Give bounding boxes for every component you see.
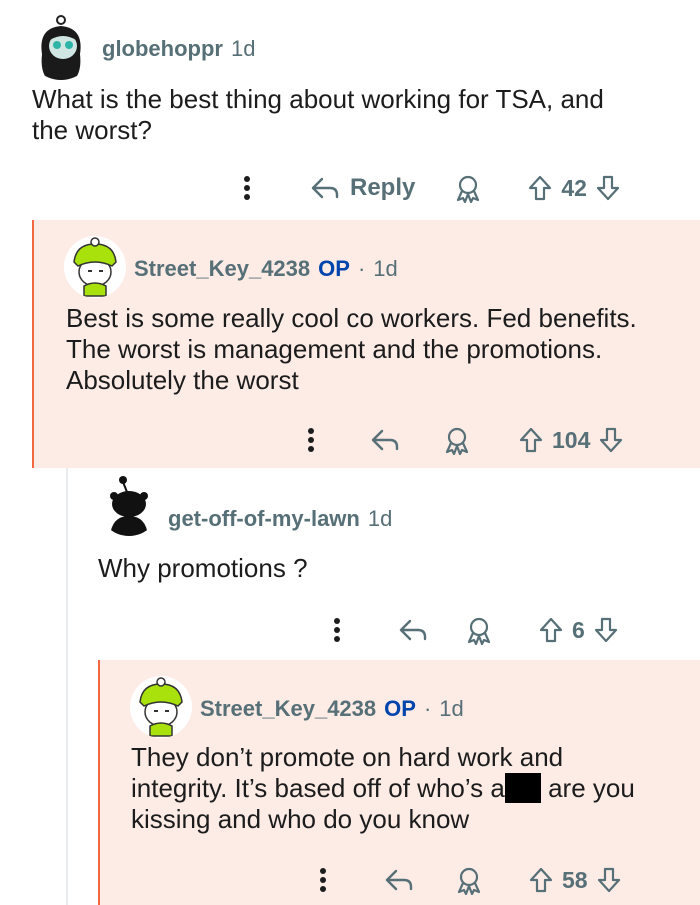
username[interactable]: globehoppr [102,36,223,62]
comment-line: integrity. It’s based off of who’s a are… [131,773,635,804]
reply-icon [385,869,413,891]
avatar-icon [28,14,94,80]
reply-button[interactable] [398,618,428,642]
comment-text-segment: integrity. It’s based off of who’s a [131,773,505,803]
downvote-icon[interactable] [598,426,624,454]
comment-text-segment: are you [540,773,635,803]
reply-button[interactable]: Reply [310,174,415,202]
comment-line: kissing and who do you know [131,804,470,834]
upvote-icon[interactable] [527,174,553,202]
comment-actions: 6 [322,610,619,650]
comment-line: Why promotions ? [98,553,308,583]
avatar-get-off-of-my-lawn[interactable] [98,474,160,536]
avatar-street-key[interactable] [130,676,192,738]
downvote-icon[interactable] [593,616,619,644]
comment-actions: 104 [296,420,624,460]
comment-body: What is the best thing about working for… [32,84,604,146]
vote-control: 6 [538,616,619,644]
op-badge: OP [318,256,350,281]
username[interactable]: Street_Key_4238 [134,256,310,282]
op-badge: OP [384,696,416,721]
vote-control: 104 [518,426,624,454]
redaction-block [504,773,541,803]
upvote-icon[interactable] [538,616,564,644]
avatar-icon [130,676,192,738]
reply-icon [311,177,339,199]
comment-line: The worst is management and the promotio… [66,334,603,364]
highlight-bar [98,660,100,905]
reply-button[interactable] [384,868,414,892]
thread-line [66,468,68,905]
comment-actions: 58 [308,860,622,900]
avatar-icon [64,236,126,298]
comment-line: They don’t promote on hard work and [131,742,564,772]
more-options-button[interactable] [296,427,326,453]
vote-count: 6 [572,616,585,643]
vote-count: 104 [552,426,591,453]
award-icon [457,867,481,895]
timestamp: 1d [230,36,256,61]
award-button[interactable] [464,615,494,645]
vote-count: 58 [562,866,588,893]
vote-control: 42 [527,174,621,202]
avatar-icon [98,474,160,536]
comment-meta: get-off-of-my-lawn 1d [168,506,392,532]
award-icon [457,175,480,203]
more-vertical-icon [334,618,340,642]
downvote-icon[interactable] [595,174,621,202]
comment-body: Best is some really cool co workers. Fed… [66,303,637,396]
comment-actions: Reply 42 [232,168,621,208]
award-button[interactable] [454,865,484,895]
more-vertical-icon [320,868,326,892]
timestamp: 1d [439,696,464,721]
reply-button[interactable] [370,428,400,452]
award-icon [445,427,469,455]
reply-label: Reply [350,174,416,201]
timestamp: 1d [367,506,393,531]
vote-count: 42 [561,174,587,201]
reply-icon [399,619,427,641]
comment-body: They don’t promote on hard work and inte… [131,742,635,835]
username[interactable]: Street_Key_4238 [200,696,376,722]
avatar-street-key[interactable] [64,236,126,298]
comment-meta: Street_Key_4238 OP · 1d [200,696,464,722]
avatar-globehoppr[interactable] [28,14,94,80]
comment-meta: Street_Key_4238 OP · 1d [134,256,398,282]
timestamp: 1d [373,256,398,281]
comment-meta: globehoppr 1d [102,36,255,62]
reply-icon [371,429,399,451]
more-options-button[interactable] [322,617,352,643]
comment-body: Why promotions ? [98,553,308,584]
comment-line: What is the best thing about working for… [32,84,604,114]
separator: · [357,256,366,281]
award-button[interactable] [453,173,483,203]
award-icon [467,617,491,645]
comment-line: Best is some really cool co workers. Fed… [66,303,637,333]
highlight-bar [32,220,34,468]
comment-line: the worst? [32,115,152,145]
username[interactable]: get-off-of-my-lawn [168,506,360,532]
more-vertical-icon [308,428,314,452]
separator: · [423,696,432,721]
more-vertical-icon [244,176,250,200]
award-button[interactable] [442,425,472,455]
upvote-icon[interactable] [528,866,554,894]
more-options-button[interactable] [232,175,262,201]
downvote-icon[interactable] [596,866,622,894]
comment-line: Absolutely the worst [66,365,299,395]
more-options-button[interactable] [308,867,338,893]
vote-control: 58 [528,866,622,894]
upvote-icon[interactable] [518,426,544,454]
